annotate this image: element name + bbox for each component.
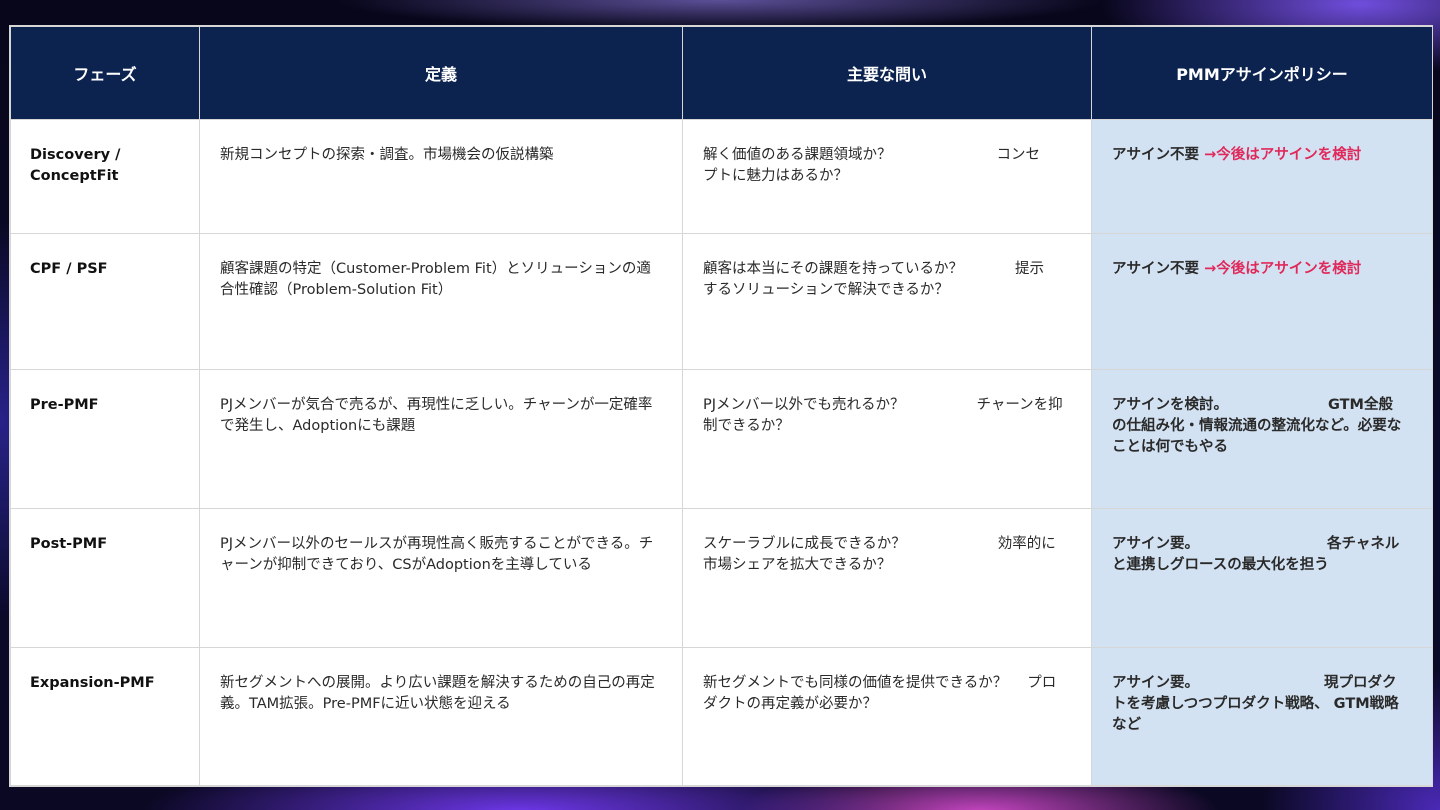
phase-cell: Pre-PMF bbox=[10, 369, 200, 509]
definition-cell: 新セグメントへの展開。より広い課題を解決するための自己の再定義。TAM拡張。Pr… bbox=[199, 647, 683, 786]
questions-cell: PJメンバー以外でも売れるか？ チャーンを抑制できるか？ bbox=[682, 369, 1092, 509]
policy-accent-text: →今後はアサインを検討 bbox=[1204, 147, 1362, 163]
questions-cell: 解く価値のある課題領域か？ コンセプトに魅力はあるか？ bbox=[682, 119, 1092, 234]
question-text: 顧客は本当にその課題を持っているか？ bbox=[703, 261, 963, 277]
policy-accent-text: →今後はアサインを検討 bbox=[1204, 261, 1362, 277]
question-text: PJメンバー以外でも売れるか？ bbox=[703, 397, 905, 413]
header-definition: 定義 bbox=[199, 26, 683, 120]
phase-cell: Expansion-PMF bbox=[10, 647, 200, 786]
pmm-phase-table: フェーズ 定義 主要な問い PMMアサインポリシー Discovery / Co… bbox=[9, 25, 1433, 787]
policy-text: アサイン要。 bbox=[1112, 536, 1199, 552]
definition-cell: 新規コンセプトの探索・調査。市場機会の仮説構築 bbox=[199, 119, 683, 234]
header-key-questions: 主要な問い bbox=[682, 26, 1092, 120]
phase-table: フェーズ 定義 主要な問い PMMアサインポリシー Discovery / Co… bbox=[10, 26, 1433, 786]
definition-cell: PJメンバーが気合で売るが、再現性に乏しい。チャーンが一定確率で発生し、Adop… bbox=[199, 369, 683, 509]
table-row: Expansion-PMF 新セグメントへの展開。より広い課題を解決するための自… bbox=[10, 647, 1433, 786]
policy-cell: アサインを検討。 GTM全般の仕組み化・情報流通の整流化など。必要なことは何でもや… bbox=[1091, 369, 1433, 509]
policy-text: アサイン不要 bbox=[1112, 147, 1199, 163]
policy-text: アサインを検討。 bbox=[1112, 397, 1228, 413]
question-text: 解く価値のある課題領域か？ bbox=[703, 147, 892, 163]
policy-cell: アサイン不要 →今後はアサインを検討 bbox=[1091, 119, 1433, 234]
question-text: 新セグメントでも同様の価値を提供できるか？ bbox=[703, 675, 1008, 691]
policy-cell: アサイン要。 各チャネルと連携しグロースの最大化を担う bbox=[1091, 508, 1433, 648]
questions-cell: 顧客は本当にその課題を持っているか？ 提示するソリューションで解決できるか？ bbox=[682, 233, 1092, 370]
header-pmm-assign-policy: PMMアサインポリシー bbox=[1091, 26, 1433, 120]
definition-cell: PJメンバー以外のセールスが再現性高く販売することができる。チャーンが抑制できて… bbox=[199, 508, 683, 648]
questions-cell: 新セグメントでも同様の価値を提供できるか？ プロダクトの再定義が必要か？ bbox=[682, 647, 1092, 786]
phase-cell: CPF / PSF bbox=[10, 233, 200, 370]
policy-cell: アサイン要。 現プロダクトを考慮しつつプロダクト戦略、 GTM戦略など bbox=[1091, 647, 1433, 786]
table-row: Pre-PMF PJメンバーが気合で売るが、再現性に乏しい。チャーンが一定確率で… bbox=[10, 369, 1433, 509]
phase-cell: Post-PMF bbox=[10, 508, 200, 648]
phase-cell: Discovery / ConceptFit bbox=[10, 119, 200, 234]
definition-cell: 顧客課題の特定（Customer-Problem Fit）とソリューションの適合… bbox=[199, 233, 683, 370]
question-text: スケーラブルに成長できるか？ bbox=[703, 536, 906, 552]
questions-cell: スケーラブルに成長できるか？ 効率的に市場シェアを拡大できるか？ bbox=[682, 508, 1092, 648]
table-header-row: フェーズ 定義 主要な問い PMMアサインポリシー bbox=[10, 26, 1433, 120]
header-phase: フェーズ bbox=[10, 26, 200, 120]
table-row: Discovery / ConceptFit 新規コンセプトの探索・調査。市場機… bbox=[10, 119, 1433, 234]
policy-cell: アサイン不要 →今後はアサインを検討 bbox=[1091, 233, 1433, 370]
table-row: CPF / PSF 顧客課題の特定（Customer-Problem Fit）と… bbox=[10, 233, 1433, 370]
policy-text: アサイン要。 bbox=[1112, 675, 1199, 691]
table-row: Post-PMF PJメンバー以外のセールスが再現性高く販売することができる。チ… bbox=[10, 508, 1433, 648]
policy-text: アサイン不要 bbox=[1112, 261, 1199, 277]
